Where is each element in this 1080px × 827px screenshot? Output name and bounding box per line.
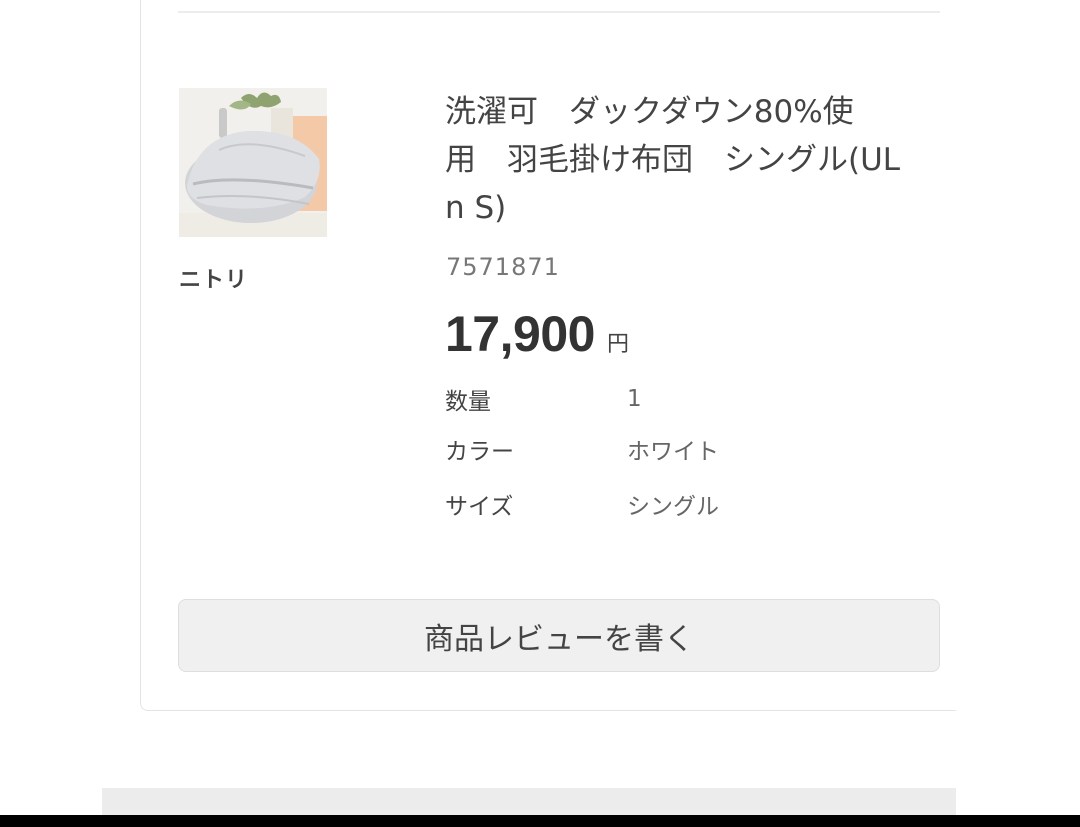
spec-value: シングル xyxy=(627,494,719,520)
product-sku: 7571871 xyxy=(446,253,560,281)
spec-value: ホワイト xyxy=(627,439,719,465)
spec-label: 数量 xyxy=(445,389,491,415)
next-section-panel xyxy=(102,788,956,815)
product-price: 17,900 円 xyxy=(445,305,629,363)
screen-bottom-edge xyxy=(0,815,1080,827)
price-currency: 円 xyxy=(606,332,629,357)
spec-row-size: サイズ シングル xyxy=(445,488,719,520)
futon-image-icon xyxy=(179,88,327,237)
product-thumbnail[interactable] xyxy=(179,88,327,237)
spec-row-quantity: 数量 1 xyxy=(445,383,642,415)
spec-value: 1 xyxy=(627,386,642,412)
spec-row-color: カラー ホワイト xyxy=(445,433,719,465)
write-review-label: 商品レビューを書く xyxy=(424,621,694,657)
brand-name: ニトリ xyxy=(179,268,249,293)
price-value: 17,900 xyxy=(445,306,595,362)
spec-label: カラー xyxy=(445,439,514,465)
section-divider xyxy=(178,11,940,13)
write-review-button[interactable]: 商品レビューを書く xyxy=(178,599,940,672)
product-title[interactable]: 洗濯可 ダックダウン80%使 用 羽毛掛け布団 シングル(UL n S) xyxy=(445,88,940,232)
spec-label: サイズ xyxy=(445,494,514,520)
